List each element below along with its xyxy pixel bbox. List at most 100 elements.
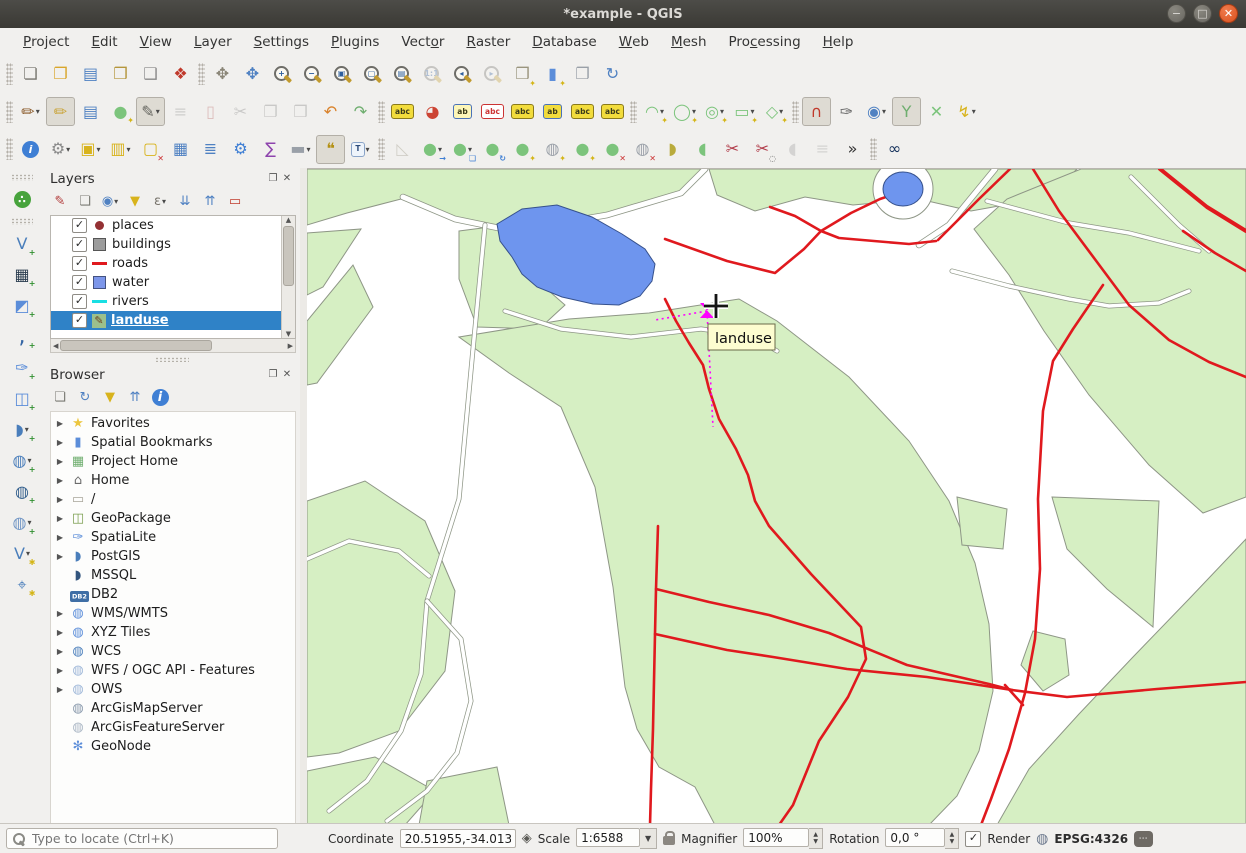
- deselect-features-button[interactable]: ▢✕: [136, 135, 165, 164]
- menu-item-project[interactable]: Project: [12, 28, 80, 55]
- layer-checkbox[interactable]: ✓: [72, 256, 87, 271]
- layer-checkbox[interactable]: ✓: [72, 313, 87, 328]
- messages-icon[interactable]: ⋯: [1134, 831, 1153, 847]
- browser-item-wms[interactable]: ▶◍WMS/WMTS: [51, 604, 295, 623]
- browser-item-wfs[interactable]: ▶◍WFS / OGC API - Features: [51, 661, 295, 680]
- menu-item-web[interactable]: Web: [608, 28, 660, 55]
- new-shapefile-layer-button[interactable]: V✱▾: [8, 539, 37, 568]
- expander-icon[interactable]: ▶: [55, 495, 65, 504]
- map-canvas[interactable]: landuse: [307, 168, 1246, 824]
- map-tips-button[interactable]: ❝: [316, 135, 345, 164]
- layer-labeling-options-button[interactable]: abc: [388, 97, 417, 126]
- layer-row-buildings[interactable]: ✓buildings: [51, 235, 282, 254]
- menu-item-edit[interactable]: Edit: [80, 28, 128, 55]
- select-features-button[interactable]: ▣▾: [76, 135, 105, 164]
- open-project-button[interactable]: ❐: [46, 60, 75, 89]
- snap-on-intersection-button[interactable]: ✕: [922, 97, 951, 126]
- browser-item-map-folder[interactable]: ▶▦Project Home: [51, 452, 295, 471]
- offset-curve-button[interactable]: ◖: [688, 135, 717, 164]
- pan-map-button[interactable]: ✥: [208, 60, 237, 89]
- layers-panel-float-icon[interactable]: ❐: [266, 173, 280, 184]
- expander-icon[interactable]: ▶: [55, 666, 65, 675]
- open-data-source-manager-button[interactable]: ∴: [8, 185, 37, 214]
- menu-item-raster[interactable]: Raster: [455, 28, 521, 55]
- scroll-down-icon[interactable]: ▼: [286, 330, 291, 338]
- dock-splitter[interactable]: [300, 168, 307, 824]
- menu-item-database[interactable]: Database: [521, 28, 607, 55]
- rotate-label-button[interactable]: abc: [568, 97, 597, 126]
- enable-tracing-button[interactable]: Y: [892, 97, 921, 126]
- expander-icon[interactable]: ▶: [55, 609, 65, 618]
- add-ring-button[interactable]: ◍✦: [538, 135, 567, 164]
- browser-item-mssql[interactable]: ◗MSSQL: [51, 566, 295, 585]
- browser-item-spatialite[interactable]: ▶✑SpatiaLite: [51, 528, 295, 547]
- rotation-spinner[interactable]: ▲▼: [945, 828, 959, 849]
- scale-input[interactable]: [576, 828, 640, 847]
- layer-checkbox[interactable]: ✓: [72, 218, 87, 233]
- browser-item-geonode[interactable]: ✻GeoNode: [51, 737, 295, 756]
- open-attribute-table-button[interactable]: ▦: [166, 135, 195, 164]
- scroll-right-icon[interactable]: ▶: [288, 342, 293, 350]
- layer-checkbox[interactable]: ✓: [72, 294, 87, 309]
- scrollbar-thumb[interactable]: [60, 340, 212, 351]
- add-selected-layers-button[interactable]: ❏: [49, 387, 71, 409]
- add-regular-polygon-button[interactable]: ◇✦▾: [760, 97, 789, 126]
- current-edits-button[interactable]: ✏▾: [16, 97, 45, 126]
- locator-input[interactable]: [30, 830, 272, 847]
- filter-legend-by-expression-button[interactable]: ε▾: [149, 191, 171, 213]
- filter-legend-button[interactable]: ▼: [124, 191, 146, 213]
- scroll-left-icon[interactable]: ◀: [53, 342, 58, 350]
- save-layer-edits-button[interactable]: ▤: [76, 97, 105, 126]
- maximize-button[interactable]: □: [1193, 4, 1212, 23]
- menu-item-plugins[interactable]: Plugins: [320, 28, 390, 55]
- minimize-button[interactable]: −: [1167, 4, 1186, 23]
- crs-globe-icon[interactable]: ◍: [1036, 831, 1048, 847]
- layer-checkbox[interactable]: ✓: [72, 275, 87, 290]
- processing-toolbox-button[interactable]: ⚙: [226, 135, 255, 164]
- show-spatial-bookmarks-button[interactable]: ▮✦: [538, 60, 567, 89]
- expander-icon[interactable]: ▶: [55, 419, 65, 428]
- add-polygon-feature-button[interactable]: ●✦: [106, 97, 135, 126]
- move-feature-button[interactable]: ●→▾: [418, 135, 447, 164]
- change-label-properties-button[interactable]: abc: [598, 97, 627, 126]
- browser-item-xyz-tiles[interactable]: ▶◍XYZ Tiles: [51, 623, 295, 642]
- add-postgis-layer-button[interactable]: ◗+▾: [8, 415, 37, 444]
- topological-editing-button[interactable]: ◉▾: [862, 97, 891, 126]
- show-layout-manager-button[interactable]: ❑: [136, 60, 165, 89]
- properties-widget-button[interactable]: i: [149, 387, 171, 409]
- self-snapping-button[interactable]: ↯▾: [952, 97, 981, 126]
- add-delimited-text-layer-button[interactable]: ,+: [8, 322, 37, 351]
- new-spatial-bookmark-button[interactable]: ❒✦: [508, 60, 537, 89]
- magnifier-spinner[interactable]: ▲▼: [809, 828, 823, 849]
- coordinate-extents-toggle-icon[interactable]: ◈: [522, 831, 532, 846]
- layer-diagram-options-button[interactable]: ◕: [418, 97, 447, 126]
- menu-item-layer[interactable]: Layer: [183, 28, 243, 55]
- style-manager-button[interactable]: ❖: [166, 60, 195, 89]
- highlight-pinned-labels-button[interactable]: abc: [478, 97, 507, 126]
- expander-icon[interactable]: ▶: [55, 647, 65, 656]
- menu-item-vector[interactable]: Vector: [390, 28, 455, 55]
- copy-move-feature-button[interactable]: ●❏▾: [448, 135, 477, 164]
- browser-item-home-folder[interactable]: ▶⌂Home: [51, 471, 295, 490]
- browser-item-wcs[interactable]: ▶◍WCS: [51, 642, 295, 661]
- add-wfs-layer-button[interactable]: ◍+▾: [8, 508, 37, 537]
- browser-collapse-all-button[interactable]: ⇈: [124, 387, 146, 409]
- add-rectangle-button[interactable]: ▭✦▾: [730, 97, 759, 126]
- add-mesh-layer-button[interactable]: ◩+: [8, 291, 37, 320]
- layer-row-rivers[interactable]: ✓rivers: [51, 292, 282, 311]
- browser-item-ows[interactable]: ▶◍OWS: [51, 680, 295, 699]
- select-features-by-value-button[interactable]: ▥▾: [106, 135, 135, 164]
- browser-item-folder[interactable]: ▶▭/: [51, 490, 295, 509]
- refresh-browser-button[interactable]: ↻: [74, 387, 96, 409]
- undo-button[interactable]: ↶: [316, 97, 345, 126]
- remove-layer-button[interactable]: ▭: [224, 191, 246, 213]
- menu-item-processing[interactable]: Processing: [718, 28, 812, 55]
- toggle-editing-button[interactable]: ✏: [46, 97, 75, 126]
- text-annotation-button[interactable]: T▾: [346, 135, 375, 164]
- pan-to-selection-button[interactable]: ✥: [238, 60, 267, 89]
- zoom-to-layer-button[interactable]: ▤: [388, 60, 417, 89]
- vertex-editor-button[interactable]: ✑: [832, 97, 861, 126]
- expander-icon[interactable]: ▶: [55, 533, 65, 542]
- filter-browser-button[interactable]: ▼: [99, 387, 121, 409]
- browser-item-arcgis-map-server[interactable]: ◍ArcGisMapServer: [51, 699, 295, 718]
